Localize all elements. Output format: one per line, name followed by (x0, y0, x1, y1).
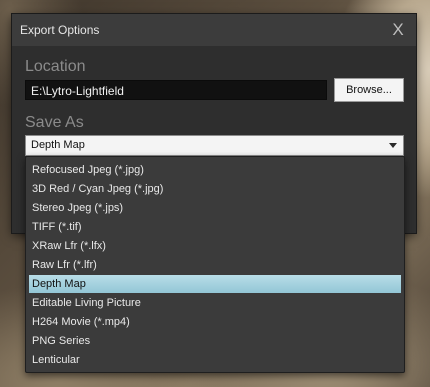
save-as-label: Save As (25, 114, 84, 131)
save-as-select[interactable]: Depth Map (25, 135, 404, 156)
location-path-field[interactable]: E:\Lytro-Lightfield (25, 80, 327, 100)
dropdown-option[interactable]: Stereo Jpeg (*.jps) (29, 199, 401, 217)
dialog-title: Export Options (20, 23, 100, 37)
dropdown-option-selected[interactable]: Depth Map (29, 275, 401, 293)
save-as-selected-value: Depth Map (31, 139, 85, 151)
dropdown-option[interactable]: XRaw Lfr (*.lfx) (29, 237, 401, 255)
title-bar[interactable]: Export Options X (12, 14, 416, 46)
dropdown-option[interactable]: H264 Movie (*.mp4) (29, 313, 401, 331)
dropdown-option[interactable]: TIFF (*.tif) (29, 218, 401, 236)
close-icon[interactable]: X (386, 18, 410, 42)
dropdown-option[interactable]: Lenticular (29, 351, 401, 369)
dropdown-option[interactable]: Raw Lfr (*.lfr) (29, 256, 401, 274)
dropdown-option[interactable]: PNG Series (29, 332, 401, 350)
browse-button[interactable]: Browse... (334, 78, 404, 102)
chevron-down-icon (389, 143, 397, 148)
dropdown-option[interactable]: Editable Living Picture (29, 294, 401, 312)
location-label: Location (25, 58, 86, 75)
save-as-dropdown-list: Refocused Jpeg (*.jpg) 3D Red / Cyan Jpe… (25, 156, 405, 373)
dropdown-option[interactable]: 3D Red / Cyan Jpeg (*.jpg) (29, 180, 401, 198)
dropdown-option[interactable]: Refocused Jpeg (*.jpg) (29, 161, 401, 179)
